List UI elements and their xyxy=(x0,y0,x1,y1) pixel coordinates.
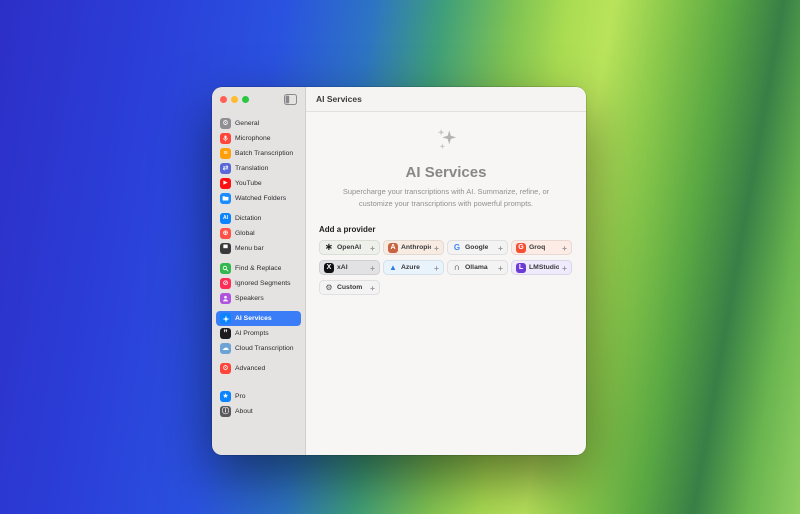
translate-icon: ⇄ xyxy=(220,163,231,174)
groq-logo-icon: G xyxy=(516,242,526,253)
sidebar-item-watched-folders[interactable]: Watched Folders xyxy=(216,191,301,206)
page-title: AI Services xyxy=(405,164,487,181)
provider-chip-google[interactable]: G Google + xyxy=(447,240,508,256)
plus-icon[interactable]: + xyxy=(434,263,439,273)
folder-icon xyxy=(220,193,231,204)
settings-window: ⚙ General Microphone ≡ Batch Transcripti… xyxy=(212,87,586,455)
globe-icon: ⊕ xyxy=(220,228,231,239)
plus-icon[interactable]: + xyxy=(562,263,567,273)
sidebar-item-ignored-segments[interactable]: ⊘ Ignored Segments xyxy=(216,276,301,291)
hero-section: AI Services Supercharge your transcripti… xyxy=(319,120,573,209)
sidebar-item-youtube[interactable]: ▶ YouTube xyxy=(216,176,301,191)
plus-icon[interactable]: + xyxy=(370,263,375,273)
cloud-icon: ☁ xyxy=(220,343,231,354)
desktop-wallpaper: ⚙ General Microphone ≡ Batch Transcripti… xyxy=(0,0,800,514)
provider-chip-openai[interactable]: ∗ OpenAI + xyxy=(319,240,380,256)
close-button[interactable] xyxy=(220,95,227,103)
person-icon xyxy=(220,293,231,304)
sidebar-item-batch-transcription[interactable]: ≡ Batch Transcription xyxy=(216,146,301,161)
provider-chip-anthropic[interactable]: A Anthropic + xyxy=(383,240,444,256)
sidebar: ⚙ General Microphone ≡ Batch Transcripti… xyxy=(212,87,306,455)
sidebar-item-pro[interactable]: ★ Pro xyxy=(216,389,301,404)
provider-chip-xai[interactable]: X xAI + xyxy=(319,260,380,276)
sidebar-item-speakers[interactable]: Speakers xyxy=(216,291,301,306)
sparkles-hero-icon xyxy=(437,128,457,150)
slash-icon: ⊘ xyxy=(220,278,231,289)
window-title: AI Services xyxy=(316,94,362,104)
lmstudio-logo-icon: L xyxy=(516,262,526,273)
provider-chip-custom[interactable]: ⚙ Custom + xyxy=(319,280,380,296)
sidebar-item-global[interactable]: ⊕ Global xyxy=(216,226,301,241)
ollama-logo-icon: ∩ xyxy=(453,262,461,273)
sidebar-item-microphone[interactable]: Microphone xyxy=(216,131,301,146)
plus-icon[interactable]: + xyxy=(498,243,503,253)
pro-star-icon: ★ xyxy=(220,391,231,402)
microphone-icon xyxy=(220,133,231,144)
provider-chip-ollama[interactable]: ∩ Ollama + xyxy=(447,260,508,276)
sidebar-item-menu-bar[interactable]: ▀ Menu bar xyxy=(216,241,301,256)
plus-icon[interactable]: + xyxy=(434,243,439,253)
sidebar-item-dictation[interactable]: AI Dictation xyxy=(216,211,301,226)
sidebar-item-find-replace[interactable]: Find & Replace xyxy=(216,261,301,276)
provider-chip-lmstudio[interactable]: L LMStudio + xyxy=(511,260,572,276)
gear-icon: ⚙ xyxy=(220,118,231,129)
openai-logo-icon: ∗ xyxy=(324,241,334,253)
ai-badge-icon: AI xyxy=(220,213,231,224)
youtube-icon: ▶ xyxy=(220,178,231,189)
sidebar-item-about[interactable]: ⓘ About xyxy=(216,404,301,419)
sidebar-item-cloud-transcription[interactable]: ☁ Cloud Transcription xyxy=(216,341,301,356)
zoom-button[interactable] xyxy=(242,95,249,103)
provider-chip-azure[interactable]: ▲ Azure + xyxy=(383,260,444,276)
google-logo-icon: G xyxy=(453,242,461,252)
sidebar-item-advanced[interactable]: ⚙ Advanced xyxy=(216,361,301,376)
content-pane: AI Services AI Services Supercharge your… xyxy=(306,87,586,455)
minimize-button[interactable] xyxy=(231,95,238,103)
custom-gear-icon: ⚙ xyxy=(325,282,333,292)
info-icon: ⓘ xyxy=(220,406,231,417)
xai-logo-icon: X xyxy=(324,262,334,273)
add-provider-heading: Add a provider xyxy=(319,225,376,235)
ai-services-panel: AI Services Supercharge your transcripti… xyxy=(306,112,586,455)
anthropic-logo-icon: A xyxy=(388,242,398,253)
sparkles-icon xyxy=(220,313,231,324)
prompt-icon: ” xyxy=(220,328,231,339)
plus-icon[interactable]: + xyxy=(370,243,375,253)
sidebar-list: ⚙ General Microphone ≡ Batch Transcripti… xyxy=(212,111,305,419)
sidebar-item-translation[interactable]: ⇄ Translation xyxy=(216,161,301,176)
azure-logo-icon: ▲ xyxy=(389,262,397,272)
page-description: Supercharge your transcriptions with AI.… xyxy=(342,187,550,208)
plus-icon[interactable]: + xyxy=(498,263,503,273)
sidebar-titlebar[interactable] xyxy=(212,87,305,111)
sidebar-toggle-icon[interactable] xyxy=(284,93,297,105)
window-titlebar[interactable]: AI Services xyxy=(306,87,586,112)
sidebar-item-ai-prompts[interactable]: ” AI Prompts xyxy=(216,326,301,341)
sidebar-group-separator xyxy=(216,376,301,389)
stack-icon: ≡ xyxy=(220,148,231,159)
provider-chip-groq[interactable]: G Groq + xyxy=(511,240,572,256)
plus-icon[interactable]: + xyxy=(562,243,567,253)
plus-icon[interactable]: + xyxy=(370,283,375,293)
sidebar-item-general[interactable]: ⚙ General xyxy=(216,116,301,131)
advanced-gear-icon: ⚙ xyxy=(220,363,231,374)
provider-grid: ∗ OpenAI + A Anthropic + G Google + G Gr… xyxy=(319,240,573,296)
magnifier-icon xyxy=(220,263,231,274)
sidebar-item-ai-services[interactable]: AI Services xyxy=(216,311,301,326)
menubar-icon: ▀ xyxy=(220,243,231,254)
